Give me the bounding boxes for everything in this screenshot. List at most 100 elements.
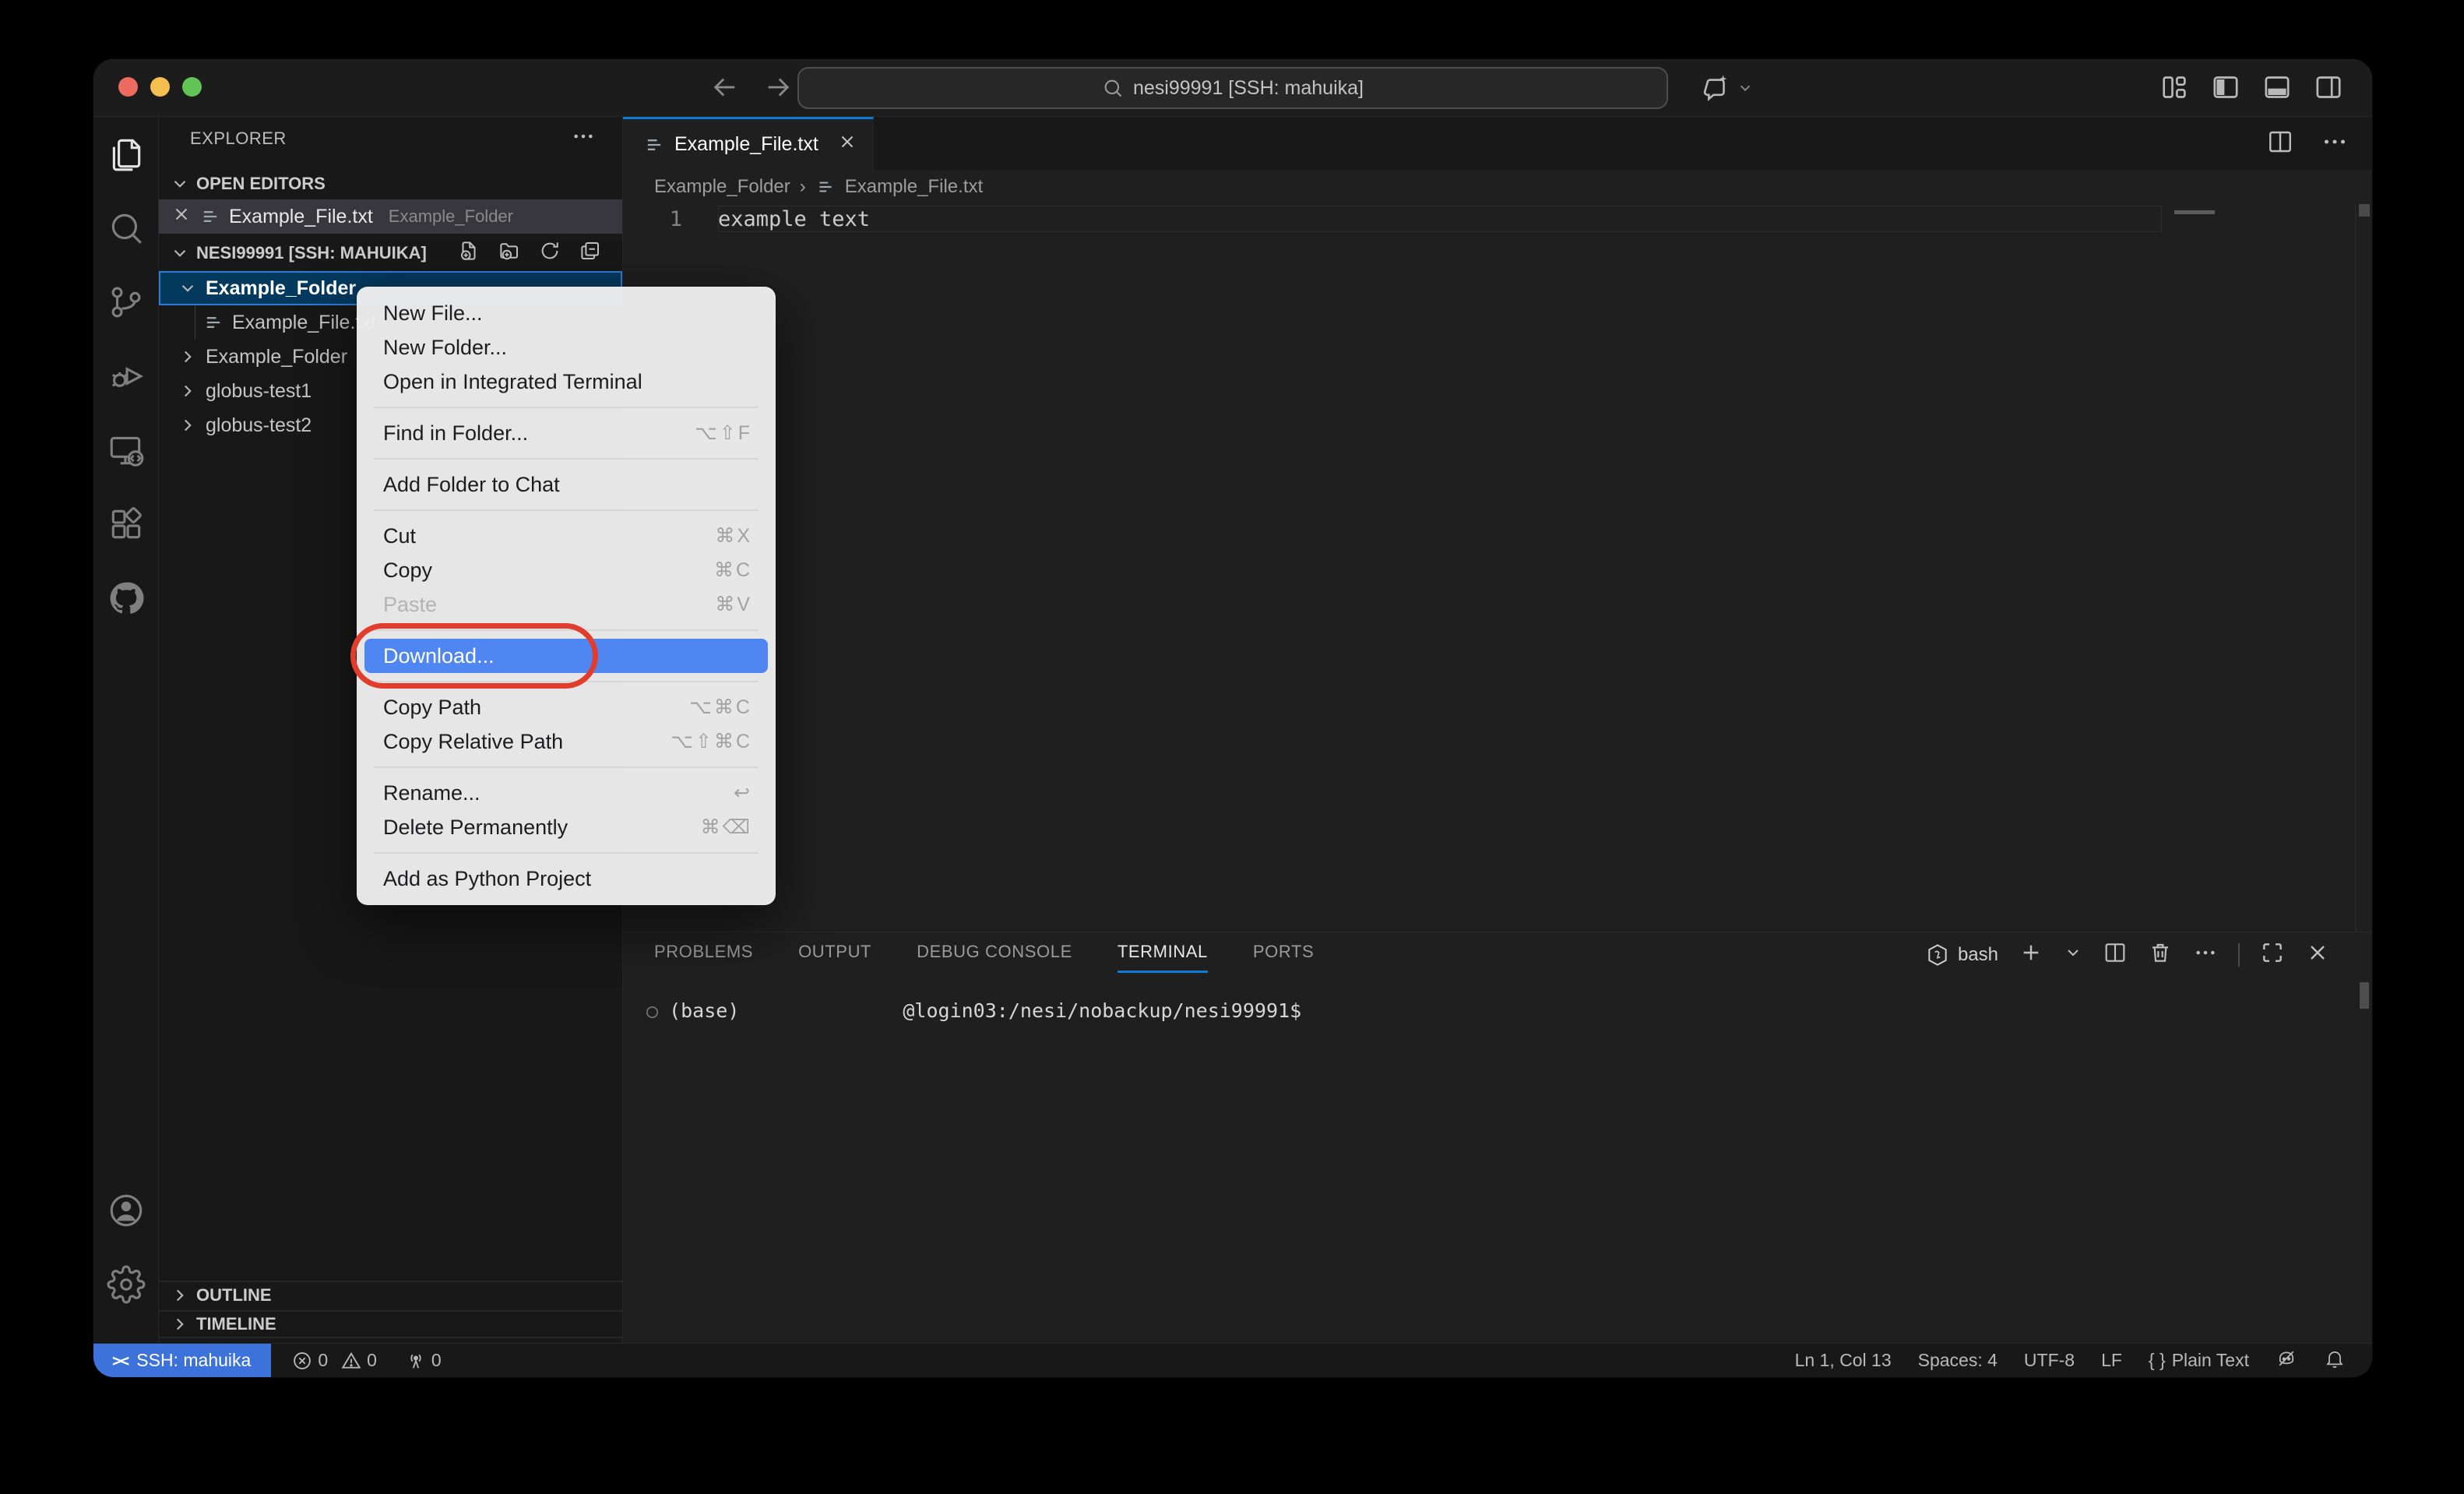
new-folder-icon[interactable] xyxy=(498,239,521,267)
menu-item-delete-permanently[interactable]: Delete Permanently⌘⌫ xyxy=(364,810,768,844)
accounts-icon[interactable] xyxy=(93,1173,159,1247)
menu-separator xyxy=(374,681,759,682)
status-bar: >< SSH: mahuika 0 0 0 Ln 1, Col 13 Space… xyxy=(93,1343,2372,1377)
menu-item-copy-relative-path[interactable]: Copy Relative Path⌥⇧⌘C xyxy=(364,724,768,759)
menu-item-add-folder-to-chat[interactable]: Add Folder to Chat xyxy=(364,467,768,502)
chevron-right-icon xyxy=(170,1314,190,1334)
menu-separator xyxy=(374,766,759,768)
copilot-disabled-icon[interactable] xyxy=(2276,1348,2297,1374)
toggle-sidebar-icon[interactable] xyxy=(2210,72,2241,107)
source-control-icon[interactable] xyxy=(93,265,159,339)
menu-item-new-folder[interactable]: New Folder... xyxy=(364,330,768,365)
copilot-chat-control[interactable] xyxy=(1699,72,1754,104)
divider xyxy=(2238,943,2240,967)
editor-pane[interactable]: 1 example text xyxy=(623,204,2372,932)
editor-scrollbar[interactable] xyxy=(2355,204,2372,932)
broadcast-icon xyxy=(405,1350,427,1372)
remote-indicator[interactable]: >< SSH: mahuika xyxy=(93,1344,271,1377)
forward-arrow-icon[interactable] xyxy=(762,71,794,107)
open-editor-folder: Example_Folder xyxy=(389,206,513,227)
kill-terminal-icon[interactable] xyxy=(2148,940,2173,969)
terminal-prompt: @login03:/nesi/nobackup/nesi99991$ xyxy=(903,999,1301,1022)
close-editor-icon[interactable] xyxy=(171,204,192,230)
breadcrumb[interactable]: Example_Folder › Example_File.txt xyxy=(623,170,2372,204)
ports-status[interactable]: 0 xyxy=(405,1350,442,1372)
chevron-right-icon xyxy=(178,381,198,401)
menu-separator xyxy=(374,407,759,408)
new-file-icon[interactable] xyxy=(457,239,480,267)
notifications-bell-icon[interactable] xyxy=(2324,1348,2346,1374)
encoding[interactable]: UTF-8 xyxy=(2024,1350,2075,1371)
menu-item-download[interactable]: Download... xyxy=(364,639,768,673)
maximize-panel-icon[interactable] xyxy=(2260,940,2285,969)
chevron-right-icon xyxy=(178,347,198,367)
panel-more-actions-icon[interactable] xyxy=(2193,940,2218,969)
menu-item-copy[interactable]: Copy⌘C xyxy=(364,553,768,587)
toggle-panel-icon[interactable] xyxy=(2262,72,2293,107)
text-file-icon xyxy=(815,177,836,197)
minimize-window-button[interactable] xyxy=(150,77,170,97)
explorer-icon[interactable] xyxy=(93,117,159,191)
workspace-section[interactable]: NESI99991 [SSH: MAHUIKA] xyxy=(159,235,622,271)
terminal-decoration-icon: ○ xyxy=(646,999,658,1022)
close-panel-icon[interactable] xyxy=(2305,940,2330,969)
menu-item-open-in-terminal[interactable]: Open in Integrated Terminal xyxy=(364,365,768,399)
new-terminal-icon[interactable] xyxy=(2019,940,2043,969)
language-mode[interactable]: { } Plain Text xyxy=(2149,1350,2249,1371)
menu-item-cut[interactable]: Cut⌘X xyxy=(364,519,768,553)
command-center-search[interactable]: nesi99991 [SSH: mahuika] xyxy=(797,67,1668,109)
close-window-button[interactable] xyxy=(118,77,138,97)
activity-bar xyxy=(93,117,159,1343)
open-editor-item[interactable]: Example_File.txt Example_Folder xyxy=(159,199,622,234)
tab-output[interactable]: OUTPUT xyxy=(798,932,871,973)
tab-example-file[interactable]: Example_File.txt xyxy=(623,117,874,170)
zoom-window-button[interactable] xyxy=(182,77,202,97)
toggle-secondary-sidebar-icon[interactable] xyxy=(2313,72,2344,107)
terminal-shell-item[interactable]: bash xyxy=(1925,943,1998,967)
close-tab-icon[interactable] xyxy=(837,132,857,157)
menu-item-add-as-python-project[interactable]: Add as Python Project xyxy=(364,862,768,896)
more-actions-icon[interactable] xyxy=(2321,128,2349,160)
line-number: 1 xyxy=(623,207,718,231)
menu-separator xyxy=(374,509,759,511)
remote-explorer-icon[interactable] xyxy=(93,413,159,487)
run-debug-icon[interactable] xyxy=(93,339,159,413)
extensions-icon[interactable] xyxy=(93,487,159,561)
menu-item-rename[interactable]: Rename...↩ xyxy=(364,776,768,810)
terminal-dropdown-icon[interactable] xyxy=(2064,943,2082,966)
github-icon[interactable] xyxy=(93,561,159,635)
split-editor-icon[interactable] xyxy=(2266,128,2294,160)
indentation[interactable]: Spaces: 4 xyxy=(1918,1350,1998,1371)
tab-terminal[interactable]: TERMINAL xyxy=(1118,932,1208,973)
cursor-position[interactable]: Ln 1, Col 13 xyxy=(1795,1350,1892,1371)
chat-icon xyxy=(1699,72,1732,104)
tab-ports[interactable]: PORTS xyxy=(1253,932,1314,973)
tab-problems[interactable]: PROBLEMS xyxy=(654,932,753,973)
tab-debug-console[interactable]: DEBUG CONSOLE xyxy=(917,932,1072,973)
explorer-more-actions-icon[interactable] xyxy=(571,124,596,154)
problems-status[interactable]: 0 0 xyxy=(291,1350,377,1372)
menu-separator xyxy=(374,852,759,854)
timeline-section[interactable]: TIMELINE xyxy=(159,1310,622,1338)
eol[interactable]: LF xyxy=(2101,1350,2122,1371)
minimap[interactable] xyxy=(2165,204,2355,932)
chevron-down-icon xyxy=(1737,79,1754,97)
menu-item-new-file[interactable]: New File... xyxy=(364,296,768,330)
menu-item-find-in-folder[interactable]: Find in Folder...⌥⇧F xyxy=(364,416,768,450)
warning-icon xyxy=(340,1350,362,1372)
search-icon xyxy=(1102,77,1124,99)
terminal-prompt-line[interactable]: ○ (base) @login03:/nesi/nobackup/nesi999… xyxy=(646,999,1301,1022)
customize-layout-icon[interactable] xyxy=(2159,72,2190,107)
error-icon xyxy=(291,1350,313,1372)
terminal-scrollbar[interactable] xyxy=(2360,982,2369,1009)
outline-section[interactable]: OUTLINE xyxy=(159,1281,622,1309)
open-editors-section[interactable]: OPEN EDITORS xyxy=(159,171,622,196)
collapse-folders-icon[interactable] xyxy=(579,239,602,267)
split-terminal-icon[interactable] xyxy=(2103,940,2128,969)
menu-item-copy-path[interactable]: Copy Path⌥⌘C xyxy=(364,690,768,724)
back-arrow-icon[interactable] xyxy=(709,71,741,107)
search-view-icon[interactable] xyxy=(93,191,159,265)
settings-gear-icon[interactable] xyxy=(93,1247,159,1321)
refresh-icon[interactable] xyxy=(538,239,561,267)
context-menu: New File... New Folder... Open in Integr… xyxy=(357,287,776,905)
